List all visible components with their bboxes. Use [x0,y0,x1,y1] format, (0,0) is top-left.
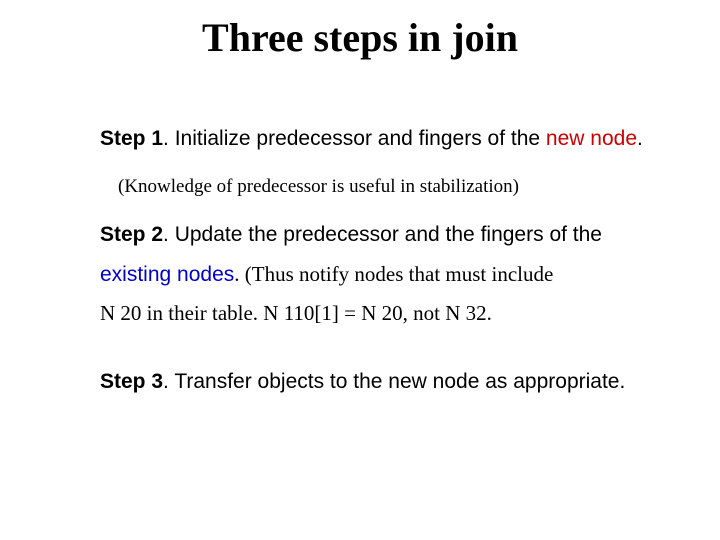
step-2-line3: N 20 in their table. N 110[1] = N 20, no… [100,297,720,331]
step-3: Step 3. Transfer objects to the new node… [100,365,720,399]
slide: Three steps in join Step 1. Initialize p… [0,0,720,540]
step-2-serif-a: . (Thus notify nodes that must include [234,262,553,286]
step-3-label: Step 3 [100,370,163,393]
step-3-text: . Transfer objects to the new node as ap… [163,370,625,393]
slide-body: Step 1. Initialize predecessor and finge… [100,122,720,414]
step-1-label: Step 1 [100,127,163,150]
step-2-text-plain: . Update the predecessor and the fingers… [163,223,602,246]
step-2-highlight: existing nodes [100,263,234,286]
step-1: Step 1. Initialize predecessor and finge… [100,122,720,156]
step-1-note: (Knowledge of predecessor is useful in s… [100,172,720,202]
step-2-label: Step 2 [100,223,163,246]
step-1-text-b: . [637,127,643,150]
spacer [100,347,720,365]
step-1-highlight: new node [546,127,637,150]
step-2-line1: Step 2. Update the predecessor and the f… [100,218,720,252]
step-2-line2: existing nodes. (Thus notify nodes that … [100,258,720,292]
slide-title: Three steps in join [0,14,720,61]
step-1-text-a: . Initialize predecessor and fingers of … [163,127,546,150]
